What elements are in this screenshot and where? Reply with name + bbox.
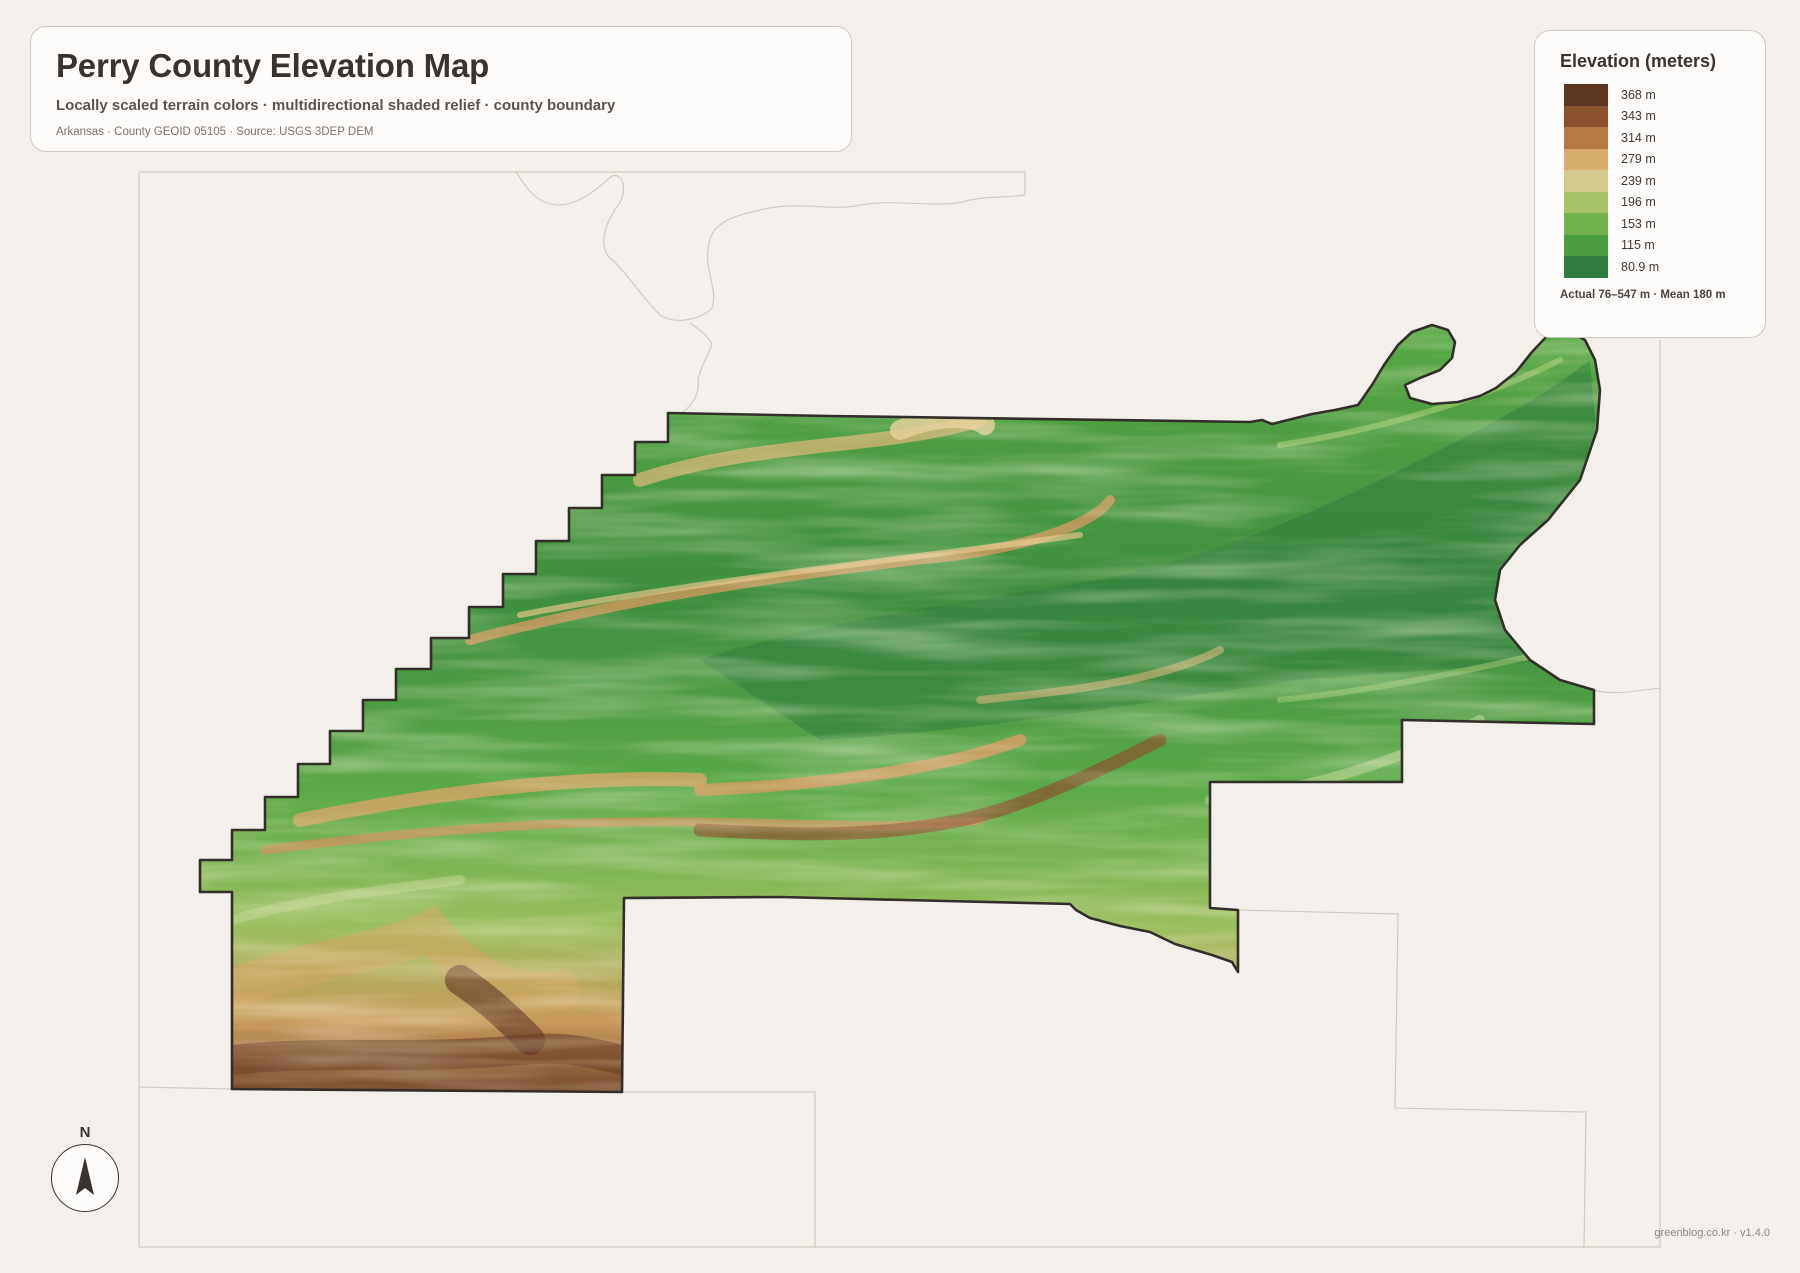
legend-label: 368 m bbox=[1621, 87, 1656, 102]
legend-label: 80.9 m bbox=[1621, 259, 1660, 274]
legend-title: Elevation (meters) bbox=[1560, 51, 1717, 71]
legend-label: 239 m bbox=[1621, 173, 1656, 188]
footer-credit: greenblog.co.kr · v1.4.0 bbox=[1654, 1227, 1770, 1239]
legend-item: 279 m bbox=[1560, 148, 1740, 170]
map-title: Perry County Elevation Map bbox=[56, 47, 490, 84]
compass-circle bbox=[51, 1144, 119, 1212]
map-subtitle: Locally scaled terrain colors · multidir… bbox=[56, 97, 616, 114]
legend-swatch bbox=[1564, 127, 1608, 149]
elevation-map[interactable] bbox=[0, 0, 1800, 1273]
legend-label: 153 m bbox=[1621, 216, 1656, 231]
legend-swatch bbox=[1564, 170, 1608, 192]
legend-swatch bbox=[1564, 148, 1608, 170]
title-panel: Perry County Elevation Map Locally scale… bbox=[30, 26, 852, 152]
legend-list: 368 m 343 m 314 m 279 m 239 m 196 m 153 … bbox=[1560, 84, 1740, 278]
legend-swatch bbox=[1564, 105, 1608, 127]
legend-swatch bbox=[1564, 213, 1608, 235]
legend-stats: Actual 76–547 m · Mean 180 m bbox=[1560, 288, 1726, 301]
legend-label: 314 m bbox=[1621, 130, 1656, 145]
legend-item: 314 m bbox=[1560, 127, 1740, 149]
north-arrow: N bbox=[50, 1124, 120, 1214]
terrain-layer bbox=[200, 325, 1600, 1092]
neighbor-boundary-line bbox=[515, 171, 1026, 321]
legend-item: 368 m bbox=[1560, 84, 1740, 106]
map-meta: Arkansas · County GEOID 05105 · Source: … bbox=[56, 126, 374, 138]
legend-swatch bbox=[1564, 84, 1608, 106]
legend-item: 196 m bbox=[1560, 191, 1740, 213]
legend-item: 115 m bbox=[1560, 234, 1740, 256]
legend-item: 239 m bbox=[1560, 170, 1740, 192]
legend-label: 115 m bbox=[1621, 238, 1655, 253]
legend-item: 153 m bbox=[1560, 213, 1740, 235]
legend-item: 80.9 m bbox=[1560, 256, 1740, 278]
legend-swatch bbox=[1564, 191, 1608, 213]
neighbor-boundary-line bbox=[622, 1091, 816, 1247]
elevation-legend: Elevation (meters) 368 m 343 m 314 m 279… bbox=[1534, 30, 1766, 338]
neighbor-boundary-line bbox=[1593, 687, 1661, 694]
neighbor-boundary-line bbox=[138, 1086, 233, 1090]
legend-swatch bbox=[1564, 256, 1608, 278]
north-arrow-icon bbox=[76, 1157, 94, 1195]
neighbor-boundary-line bbox=[1237, 909, 1587, 1248]
neighbor-boundary-line bbox=[681, 322, 713, 414]
neighbor-boundary-line bbox=[139, 171, 1026, 195]
north-label: N bbox=[79, 1124, 91, 1141]
legend-label: 343 m bbox=[1621, 109, 1656, 124]
legend-label: 279 m bbox=[1621, 152, 1656, 167]
legend-item: 343 m bbox=[1560, 105, 1740, 127]
legend-swatch bbox=[1564, 234, 1608, 256]
legend-label: 196 m bbox=[1621, 195, 1656, 210]
